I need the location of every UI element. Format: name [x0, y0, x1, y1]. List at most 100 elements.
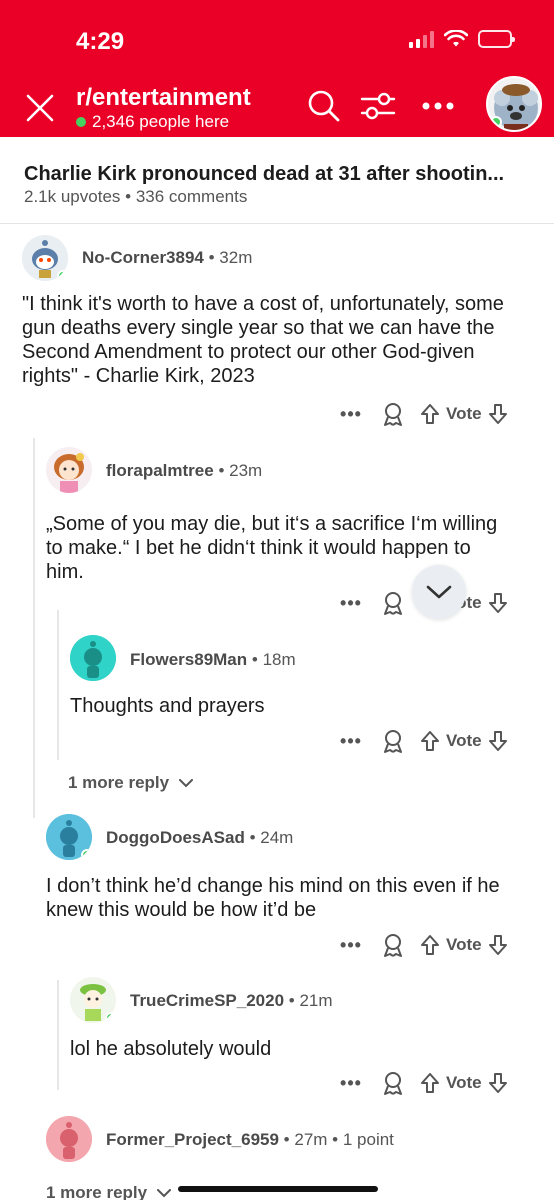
avatar-image	[70, 635, 116, 681]
post-meta: 2.1k upvotes • 336 comments	[24, 187, 247, 207]
upvote-icon	[421, 935, 439, 955]
upvote-icon	[421, 1073, 439, 1093]
comment-actions: ••• Vote	[336, 402, 508, 426]
upvote-button[interactable]	[420, 1072, 440, 1094]
more-icon[interactable]: •••	[336, 731, 366, 752]
post-upvotes: 2.1k upvotes	[24, 187, 121, 206]
comment-time: 18m	[262, 650, 296, 669]
award-button[interactable]	[380, 729, 406, 753]
upvote-button[interactable]	[420, 934, 440, 956]
online-count-text: 2,346 people here	[92, 112, 230, 131]
comment-username[interactable]: TrueCrimeSP_2020	[130, 991, 284, 1010]
vote-label: Vote	[446, 1073, 482, 1092]
comment-username[interactable]: Former_Project_6959	[106, 1130, 279, 1149]
thread-line[interactable]	[57, 980, 59, 1090]
downvote-icon	[488, 1073, 507, 1093]
meta-separator: •	[208, 248, 215, 267]
award-button[interactable]	[380, 1071, 406, 1095]
vote-label: Vote	[446, 731, 482, 750]
more-icon[interactable]: •••	[336, 593, 366, 614]
comment-meta: Flowers89Man • 18m	[130, 650, 296, 670]
award-button[interactable]	[380, 591, 406, 615]
more-replies-label: 1 more reply	[46, 1183, 148, 1200]
more-options-button[interactable]	[418, 86, 458, 126]
avatar[interactable]	[46, 814, 92, 860]
status-icons	[409, 30, 515, 48]
meta-separator: •	[288, 991, 295, 1010]
downvote-icon	[488, 593, 507, 613]
jump-next-comment-button[interactable]	[412, 565, 466, 619]
more-replies-button[interactable]: 1 more reply	[46, 1183, 172, 1200]
more-icon[interactable]: •••	[336, 404, 366, 425]
upvote-button[interactable]	[420, 730, 440, 752]
avatar[interactable]	[22, 235, 68, 281]
search-icon	[308, 90, 340, 122]
downvote-button[interactable]	[488, 730, 508, 752]
comment-username[interactable]: No-Corner3894	[82, 248, 204, 267]
battery-icon	[478, 30, 515, 48]
post-title[interactable]: Charlie Kirk pronounced dead at 31 after…	[24, 163, 544, 186]
comment-actions: ••• Vote	[336, 933, 508, 957]
award-button[interactable]	[380, 402, 406, 426]
more-replies-button[interactable]: 1 more reply	[68, 773, 194, 793]
more-icon[interactable]: •••	[336, 1073, 366, 1094]
vote-label: Vote	[446, 935, 482, 954]
online-count: 2,346 people here	[76, 112, 229, 132]
comment-actions: ••• Vote	[336, 729, 508, 753]
comment-actions: ••• Vote	[336, 1071, 508, 1095]
downvote-button[interactable]	[488, 1072, 508, 1094]
award-icon	[384, 592, 402, 615]
close-button[interactable]	[22, 90, 58, 126]
meta-separator: •	[218, 461, 225, 480]
chevron-down-icon	[157, 1188, 172, 1197]
top-bar: 4:29 r/entertainment 2,346 people here	[0, 0, 554, 137]
comment-meta: florapalmtree • 23m	[106, 461, 262, 481]
downvote-button[interactable]	[488, 592, 508, 614]
online-dot	[76, 117, 86, 127]
filter-button[interactable]	[358, 86, 398, 126]
home-indicator[interactable]	[178, 1186, 378, 1192]
comment-time: 23m	[229, 461, 263, 480]
status-time: 4:29	[76, 28, 125, 55]
user-online-dot	[490, 116, 502, 128]
more-icon[interactable]: •••	[336, 935, 366, 956]
more-replies-label: 1 more reply	[68, 773, 170, 792]
award-button[interactable]	[380, 933, 406, 957]
avatar[interactable]	[70, 977, 116, 1023]
chevron-down-icon	[179, 778, 194, 787]
search-button[interactable]	[304, 86, 344, 126]
more-icon	[422, 102, 454, 110]
chevron-down-icon	[426, 585, 452, 599]
subreddit-name[interactable]: r/entertainment	[76, 84, 251, 112]
online-dot	[57, 270, 68, 281]
comment-body: lol he absolutely would	[70, 1038, 272, 1060]
thread-line[interactable]	[33, 438, 35, 818]
post-comment-count: 336 comments	[135, 187, 248, 206]
downvote-icon	[488, 731, 507, 751]
award-icon	[384, 403, 402, 426]
comment-time: 32m	[219, 248, 253, 267]
avatar[interactable]	[46, 1116, 92, 1162]
meta-separator: •	[251, 650, 258, 669]
award-icon	[384, 934, 402, 957]
comment-username[interactable]: florapalmtree	[106, 461, 214, 480]
comment-time: 21m	[299, 991, 333, 1010]
upvote-button[interactable]	[420, 403, 440, 425]
meta-separator: •	[283, 1130, 290, 1149]
comment-body: I don’t think he’d change his mind on th…	[46, 875, 500, 921]
downvote-button[interactable]	[488, 403, 508, 425]
downvote-icon	[488, 935, 507, 955]
comment-username[interactable]: DoggoDoesASad	[106, 828, 245, 847]
comment-meta: Former_Project_6959 • 27m • 1 point	[106, 1130, 394, 1150]
avatar-image	[46, 447, 92, 493]
comment-points: 1 point	[342, 1130, 394, 1149]
post-header[interactable]: Charlie Kirk pronounced dead at 31 after…	[0, 137, 554, 224]
user-avatar[interactable]	[486, 76, 542, 132]
downvote-button[interactable]	[488, 934, 508, 956]
thread-line[interactable]	[57, 610, 59, 760]
signal-icon	[409, 30, 434, 48]
comment-username[interactable]: Flowers89Man	[130, 650, 247, 669]
avatar[interactable]	[46, 447, 92, 493]
filter-icon	[360, 92, 396, 120]
avatar[interactable]	[70, 635, 116, 681]
